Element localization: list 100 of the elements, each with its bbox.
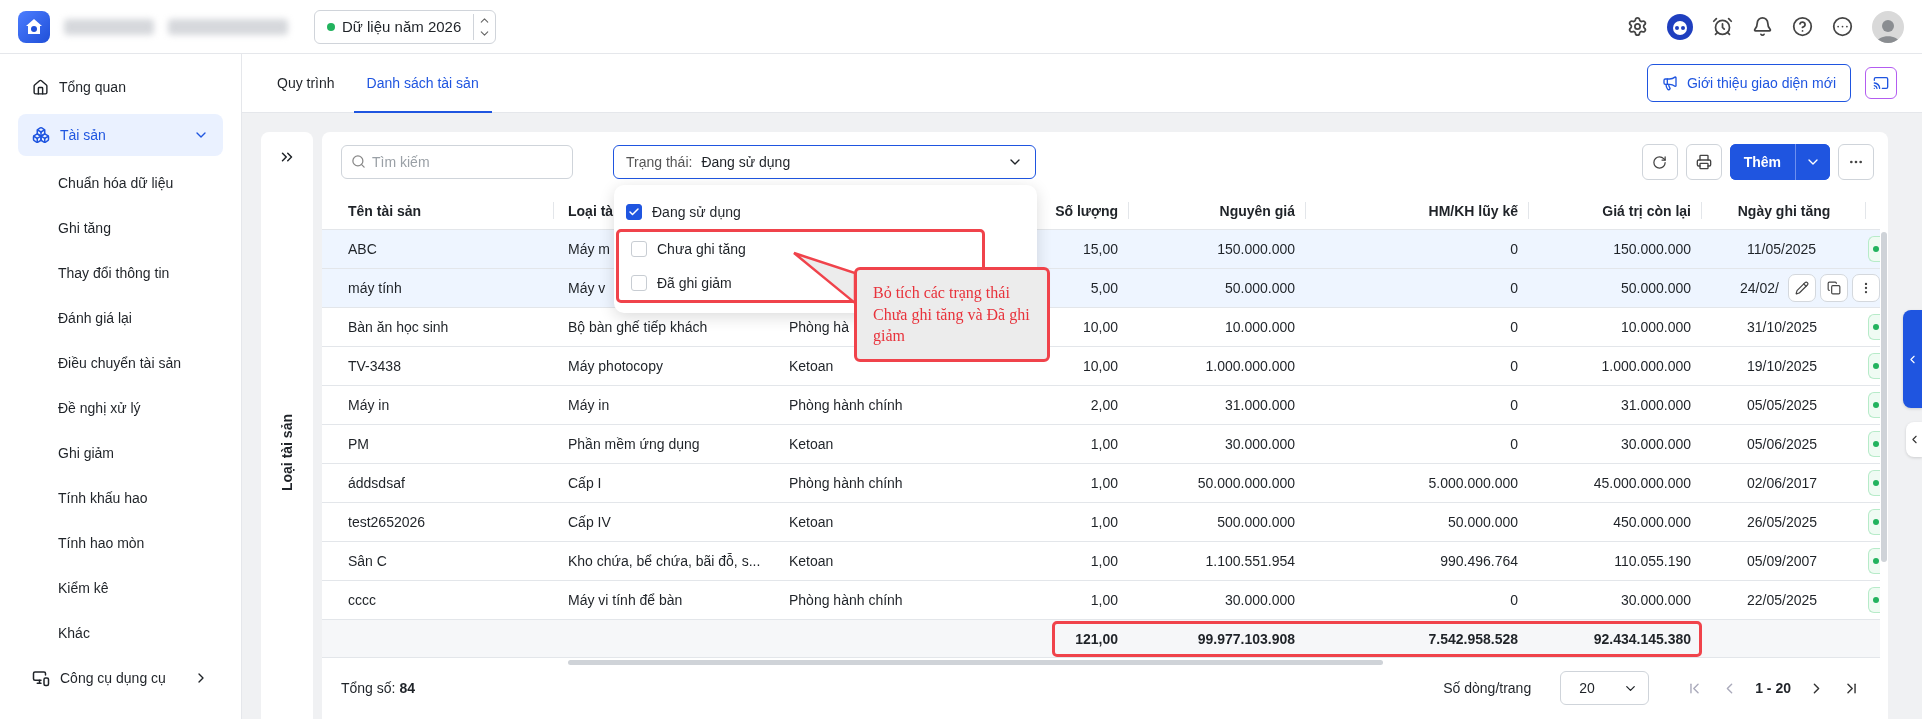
filter-option[interactable]: Chưa ghi tăng	[619, 232, 982, 266]
table-cell: 0	[1510, 280, 1518, 296]
tab[interactable]: Quy trình	[264, 54, 348, 113]
intro-button[interactable]: Giới thiệu giao diện mới	[1646, 64, 1851, 102]
table-cell: TV-3438	[348, 358, 401, 374]
help-icon[interactable]	[1792, 16, 1813, 37]
table-cell: Máy vi tính để bàn	[568, 592, 683, 608]
print-button[interactable]	[1685, 144, 1722, 180]
sidebar-subitem[interactable]: Kiểm kê	[18, 567, 223, 609]
table-cell: Bàn ăn học sinh	[348, 319, 449, 335]
settings-icon[interactable]	[1627, 16, 1648, 37]
table-cell: Cấp I	[568, 475, 602, 491]
avatar[interactable]	[1872, 10, 1904, 43]
table-cell: 05/06/2025	[1747, 436, 1818, 452]
boxes-icon	[32, 126, 50, 144]
table-cell: 0	[1510, 319, 1518, 335]
sidebar-subitem[interactable]: Chuẩn hóa dữ liệu	[18, 162, 223, 204]
table-cell: 150.000.000	[1613, 241, 1691, 257]
column-header[interactable]: Giá trị còn lại	[1602, 202, 1691, 219]
refresh-button[interactable]	[1641, 144, 1678, 180]
status-indicator	[1868, 470, 1880, 496]
table-cell: Máy m	[568, 241, 610, 257]
column-header[interactable]: Loại tà	[568, 202, 614, 219]
total-cell: 121,00	[1075, 630, 1118, 647]
table-cell: 990.496.764	[1440, 553, 1518, 569]
page-range: 1 - 20	[1754, 680, 1792, 696]
side-tab[interactable]	[1906, 422, 1922, 457]
more-icon[interactable]	[1832, 16, 1853, 37]
sidebar-subitem[interactable]: Đề nghị xử lý	[18, 387, 223, 429]
column-header[interactable]: HM/KH lũy kế	[1428, 202, 1518, 219]
horizontal-scrollbar[interactable]	[568, 660, 1383, 665]
year-selector[interactable]: Dữ liệu năm 2026	[314, 9, 497, 44]
table-cell: Phòng hành chính	[789, 475, 903, 491]
table-cell: 1,00	[1090, 553, 1118, 569]
edit-button[interactable]	[1788, 274, 1816, 302]
side-tab[interactable]	[1903, 310, 1922, 408]
table-cell: 26/05/2025	[1747, 514, 1818, 530]
copy-button[interactable]	[1820, 274, 1848, 302]
sidebar-item[interactable]: Tổng quan	[18, 66, 223, 108]
alarm-clock-icon[interactable]	[1712, 16, 1733, 37]
caret-button[interactable]	[1795, 144, 1830, 180]
sidebar-subitem[interactable]: Tính hao mòn	[18, 522, 223, 564]
table-cell: 0	[1510, 436, 1518, 452]
megaphone-icon	[1661, 75, 1678, 91]
table-cell: 1.000.000.000	[1205, 358, 1295, 374]
search-icon	[351, 154, 366, 169]
table-cell: 19/10/2025	[1747, 358, 1818, 374]
table-cell: 450.000.000	[1613, 514, 1691, 530]
table-cell: Cấp IV	[568, 514, 611, 530]
table-cell: 1,00	[1090, 514, 1118, 530]
table-cell: 02/06/2017	[1747, 475, 1818, 491]
table-cell: Ketoan	[789, 553, 834, 569]
column-header[interactable]: Ngày ghi tăng	[1737, 202, 1831, 219]
bot-icon[interactable]	[1667, 13, 1693, 40]
status-indicator	[1868, 431, 1880, 457]
table-cell: 30.000.000	[1620, 592, 1691, 608]
vertical-scrollbar[interactable]	[1881, 232, 1887, 562]
status-indicator	[1868, 236, 1880, 262]
filter-option[interactable]: Đang sử dụng	[614, 195, 1037, 229]
table-cell: 50.000.000.000	[1197, 475, 1295, 491]
search-field[interactable]: Tìm kiếm	[341, 145, 573, 179]
panel-title: Loại tài sản	[279, 414, 295, 492]
table-cell: 10.000.000	[1620, 319, 1691, 335]
table-cell: Ketoan	[789, 358, 834, 374]
table-cell: Máy photocopy	[568, 358, 663, 374]
sidebar-subitem[interactable]: Đánh giá lại	[18, 297, 223, 339]
table-cell: Phòng hành chính	[789, 397, 903, 413]
page-size-label: Số dòng/trang	[1443, 680, 1532, 696]
table-cell: 31/10/2025	[1747, 319, 1818, 335]
check-icon	[628, 206, 640, 218]
cast-button[interactable]	[1865, 67, 1897, 99]
table-cell: 10,00	[1082, 358, 1118, 374]
sidebar-item[interactable]: Tài sản	[18, 114, 223, 156]
table-cell: 110.055.190	[1614, 553, 1691, 569]
sidebar-item[interactable]: Công cụ dụng cụ	[18, 657, 223, 699]
sidebar-subitem[interactable]: Thay đổi thông tin	[18, 252, 223, 294]
sidebar-subitem[interactable]: Ghi giảm	[18, 432, 223, 474]
sidebar-subitem[interactable]: Tính khấu hao	[18, 477, 223, 519]
table-cell: 1,00	[1090, 592, 1118, 608]
column-header[interactable]: Số lượng	[1055, 202, 1118, 219]
add-split-button[interactable]: Thêm	[1729, 144, 1830, 180]
annotation-callout: Bỏ tích các trạng thái Chưa ghi tăng và Đã ghi giảm	[854, 267, 1050, 362]
table-cell: 50.000.000	[1224, 280, 1295, 296]
table-cell: ABC	[348, 241, 377, 257]
bell-icon[interactable]	[1752, 16, 1773, 37]
total-cell: 99.977.103.908	[1197, 630, 1295, 647]
status-indicator	[1868, 587, 1880, 613]
table-cell: 0	[1510, 397, 1518, 413]
table-cell: 24/02/	[1740, 280, 1779, 296]
column-header[interactable]: Tên tài sản	[348, 202, 422, 219]
sidebar-subitem[interactable]: Ghi tăng	[18, 207, 223, 249]
table-cell: 50.000.000	[1620, 280, 1691, 296]
table-cell: 5.000.000.000	[1428, 475, 1518, 491]
pencil-icon	[1795, 281, 1809, 295]
page-size-select[interactable]: 20	[1560, 671, 1650, 705]
sidebar-subitem[interactable]: Điều chuyển tài sản	[18, 342, 223, 384]
table-cell: Phòng hành chính	[789, 592, 903, 608]
sidebar-subitem[interactable]: Khác	[18, 612, 223, 654]
checkbox[interactable]	[626, 204, 642, 220]
column-header[interactable]: Nguyên giá	[1219, 202, 1295, 219]
